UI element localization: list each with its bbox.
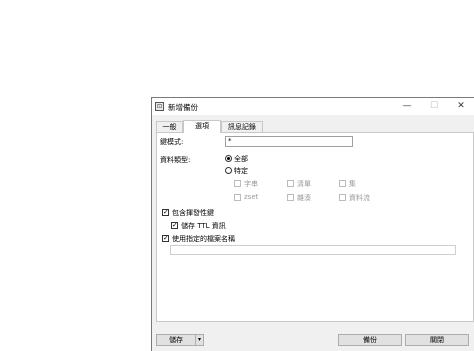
radio-specific-label: 特定 [234, 167, 248, 175]
type-hash-checkbox[interactable] [287, 194, 294, 201]
type-zset-checkbox[interactable] [234, 194, 241, 201]
include-volatile-label: 包含揮發性鍵 [172, 209, 214, 217]
filename-input[interactable] [170, 245, 456, 255]
save-dropdown-button[interactable]: ▾ [195, 334, 204, 346]
tab-options[interactable]: 選項 [183, 120, 221, 133]
use-filename-checkbox[interactable]: ✓ [162, 235, 169, 242]
close-button[interactable]: 關閉 [405, 334, 469, 346]
title-bar: ⊡ 新增備份 — ☐ ✕ [152, 98, 474, 115]
window-title: 新增備份 [168, 103, 198, 112]
minimize-button[interactable]: — [395, 99, 419, 113]
new-backup-dialog: ⊡ 新增備份 — ☐ ✕ 一般 選項 訊息記錄 鍵模式: * 資料類型: 全部 … [151, 97, 474, 351]
key-pattern-input[interactable]: * [225, 136, 353, 147]
options-panel: 鍵模式: * 資料類型: 全部 特定 字串 清單 集 zset 雜湊 資料流 ✓… [156, 132, 474, 322]
type-string-checkbox[interactable] [234, 180, 241, 187]
type-list-checkbox[interactable] [287, 180, 294, 187]
type-string-label: 字串 [244, 180, 258, 188]
type-set-checkbox[interactable] [339, 180, 346, 187]
tab-message-log[interactable]: 訊息記錄 [221, 121, 263, 132]
data-type-label: 資料類型: [160, 156, 191, 164]
type-zset-label: zset [244, 193, 259, 201]
type-hash-label: 雜湊 [297, 194, 311, 202]
store-ttl-checkbox[interactable]: ✓ [171, 222, 178, 229]
store-ttl-label: 儲存 TTL 資訊 [181, 222, 226, 230]
key-pattern-label: 鍵模式: [160, 138, 184, 146]
radio-all-label: 全部 [234, 155, 248, 163]
type-stream-checkbox[interactable] [339, 194, 346, 201]
use-filename-label: 使用指定的檔案名稱 [172, 235, 235, 243]
type-list-label: 清單 [297, 180, 311, 188]
app-icon: ⊡ [155, 102, 164, 111]
include-volatile-checkbox[interactable]: ✓ [162, 209, 169, 216]
type-stream-label: 資料流 [349, 194, 370, 202]
backup-button[interactable]: 備份 [338, 334, 402, 346]
maximize-button[interactable]: ☐ [422, 99, 446, 113]
save-button[interactable]: 儲存 [156, 334, 196, 346]
type-set-label: 集 [349, 180, 356, 188]
radio-specific[interactable] [225, 167, 232, 174]
close-window-button[interactable]: ✕ [449, 99, 473, 113]
radio-all[interactable] [225, 155, 232, 162]
tab-general[interactable]: 一般 [156, 121, 183, 132]
tab-strip: 一般 選項 訊息記錄 [156, 120, 474, 133]
